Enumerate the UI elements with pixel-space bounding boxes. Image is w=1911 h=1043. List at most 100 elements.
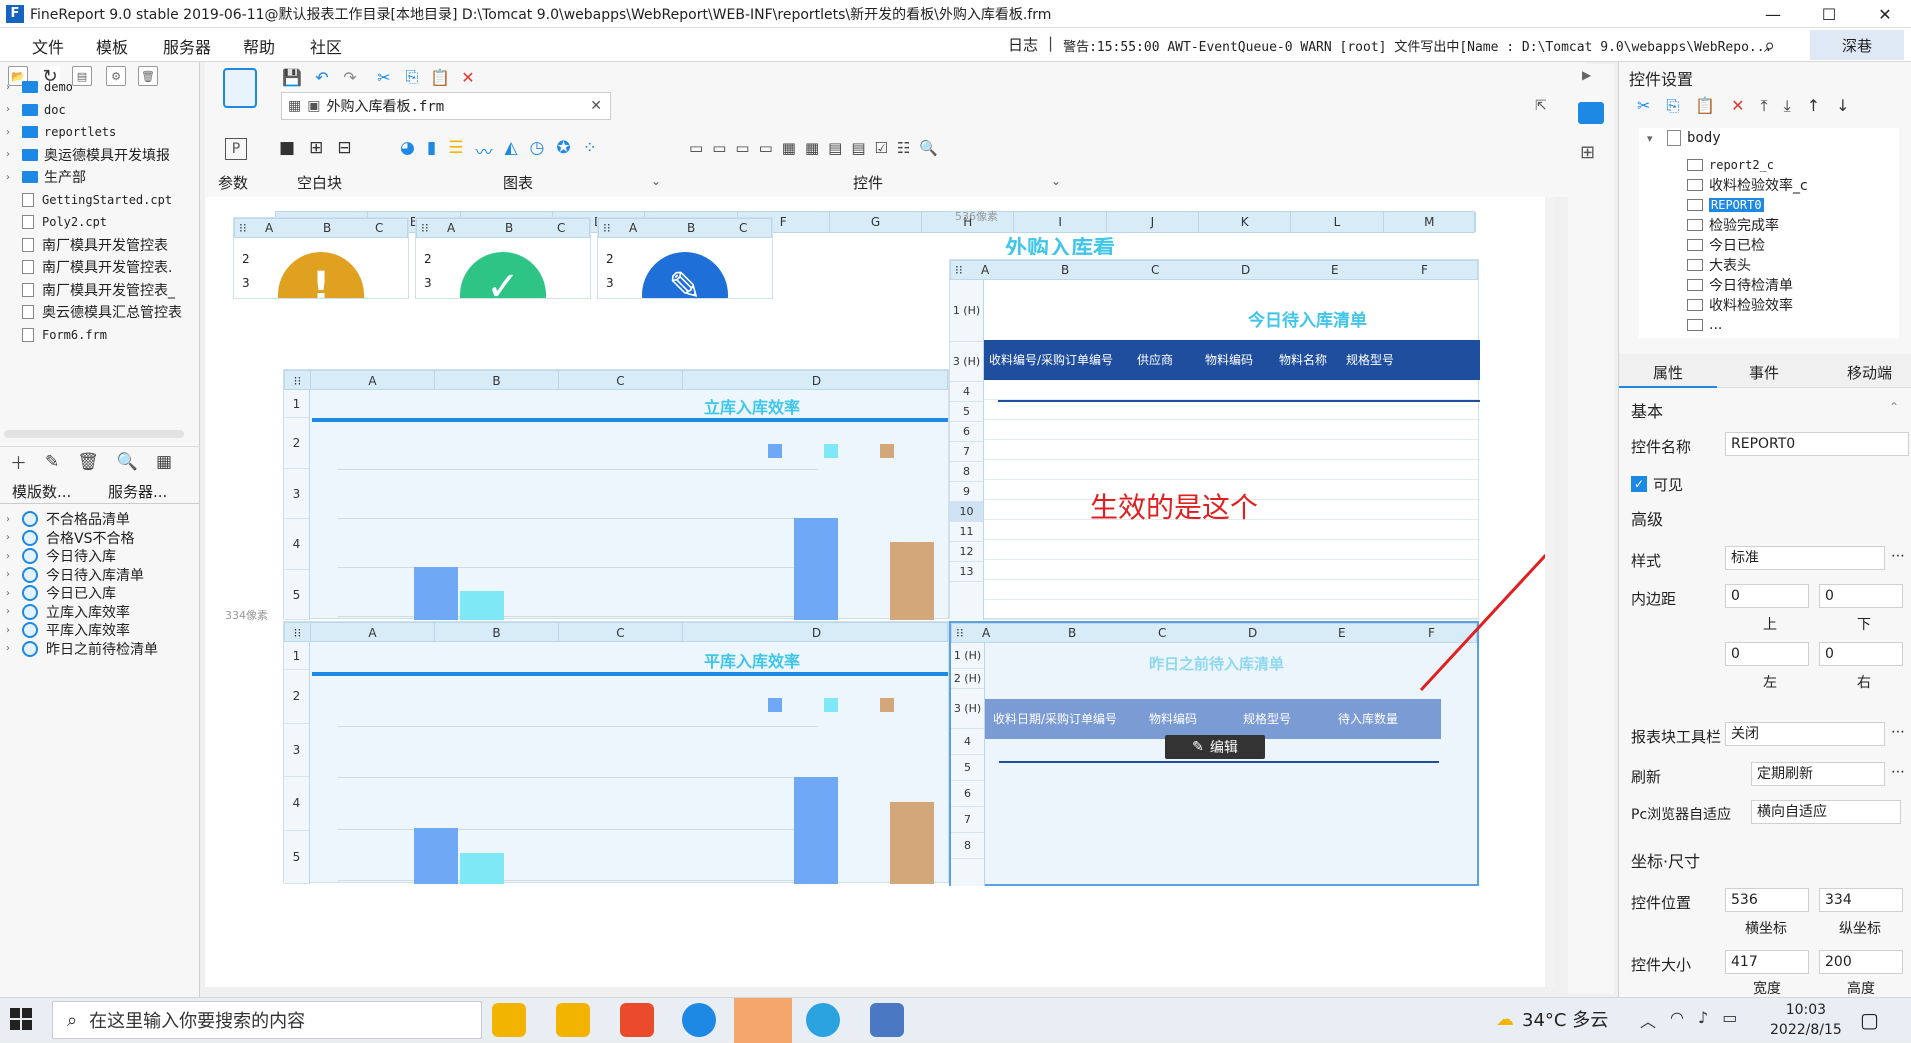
template-info-icon[interactable]: ▤ — [72, 66, 92, 86]
adapt-select[interactable]: 横向自适应 — [1751, 800, 1901, 824]
menu-help[interactable]: 帮助 — [243, 34, 275, 58]
settings-icon[interactable]: ⚙ — [106, 66, 126, 86]
panel-cut-icon[interactable]: ✂ — [1637, 96, 1650, 116]
line-chart-icon[interactable]: 〰 — [475, 138, 492, 163]
form-designer-icon[interactable] — [223, 68, 257, 108]
delete-icon[interactable]: 🗑 — [138, 66, 158, 86]
bar-chart-icon[interactable]: ▮ — [427, 138, 436, 163]
move-up-icon[interactable]: ↑ — [1807, 96, 1820, 116]
radio-widget-icon[interactable]: ☷ — [897, 139, 910, 157]
padding-bottom-input[interactable]: 0 — [1819, 584, 1903, 608]
tree-scrollbar[interactable] — [4, 430, 184, 438]
tree-collapse-icon[interactable]: ▾ — [1647, 132, 1653, 145]
size-width-input[interactable]: 417 — [1725, 950, 1809, 974]
canvas-vscroll[interactable] — [1545, 197, 1555, 987]
tab-layout-icon[interactable]: ⊟ — [337, 138, 351, 158]
kpi-block[interactable]: ⁝⁝ A B C 2 3 ✎ — [597, 217, 773, 299]
clock[interactable]: 10:03 2022/8/15 — [1770, 1000, 1842, 1040]
list-widget-icon[interactable]: ▤ — [851, 139, 865, 157]
chart-more-icon[interactable]: ⌄ — [651, 174, 661, 188]
combo-widget-icon[interactable]: ▭ — [759, 139, 773, 157]
minimize-button[interactable]: — — [1750, 0, 1796, 28]
add-dataset-icon[interactable]: ＋ — [10, 449, 27, 474]
component-item[interactable]: 今日待检清单 — [1687, 274, 1793, 296]
search-app-icon[interactable] — [806, 1003, 840, 1037]
component-item[interactable]: 收料检验效率 — [1687, 294, 1793, 316]
taskbar-search[interactable]: ⌕ 在这里输入你要搜索的内容 — [52, 1001, 482, 1039]
padding-right-input[interactable]: 0 — [1819, 642, 1903, 666]
chart-block-1[interactable]: ⁝⁝ A B C D 12345 立库入库效率 — [283, 369, 951, 620]
edit-button[interactable]: ✎ 编辑 — [1165, 735, 1265, 759]
tree-item[interactable]: 南厂模具开发管控表_ — [0, 279, 175, 301]
report-block-yesterday[interactable]: ⁝⁝ ABCDEF 1 (H) 2 (H) 3 (H) 4 5 6 7 8 昨日之前待入库清单… — [949, 621, 1479, 886]
dataset-expand-icon[interactable]: › — [6, 551, 16, 562]
padding-top-input[interactable]: 0 — [1725, 584, 1809, 608]
editor-tab[interactable]: ▦ ▣ 外购入库看板.frm ✕ — [281, 92, 611, 120]
tree-item[interactable]: Poly2.cpt — [0, 211, 107, 233]
move-top-icon[interactable]: ⤒ — [1761, 96, 1768, 116]
menu-server[interactable]: 服务器 — [163, 34, 211, 58]
edit-dataset-icon[interactable]: ✎ — [45, 452, 59, 472]
log-button[interactable]: 日志 — [1008, 34, 1038, 55]
hbar-chart-icon[interactable]: ☰ — [448, 138, 463, 163]
toolbar-select[interactable]: 关闭 — [1725, 722, 1885, 746]
copy-icon[interactable]: ⎘ — [401, 66, 423, 88]
maximize-button[interactable]: ☐ — [1806, 0, 1852, 28]
cut-icon[interactable]: ✂ — [373, 66, 395, 88]
tree-item[interactable]: › demo — [0, 76, 73, 98]
tree-item[interactable]: › 奥运德模具开发填报 — [0, 144, 170, 166]
dataset-item[interactable]: › 昨日之前待检清单 — [0, 638, 158, 660]
date-widget-icon[interactable]: ▦ — [782, 139, 796, 157]
undo-icon[interactable]: ↶ — [311, 66, 333, 88]
tree-item[interactable]: › 生产部 — [0, 166, 86, 188]
style-more-icon[interactable]: ⋯ — [1891, 548, 1905, 564]
panel-copy-icon[interactable]: ⎘ — [1666, 96, 1679, 116]
search-icon[interactable]: ⌕ — [1764, 33, 1775, 57]
gauge-chart-icon[interactable]: ◷ — [530, 138, 545, 163]
dataset-expand-icon[interactable]: › — [6, 532, 16, 543]
app-orange-icon[interactable] — [620, 1003, 654, 1037]
menu-file[interactable]: 文件 — [32, 34, 64, 58]
refresh-more-icon[interactable]: ⋯ — [1891, 764, 1905, 780]
save-icon[interactable]: 💾 — [281, 66, 303, 88]
widget-name-input[interactable]: REPORT0 — [1725, 432, 1909, 456]
button-widget-icon[interactable]: ▭ — [689, 139, 703, 157]
component-tree-icon[interactable]: ⊞ — [1580, 142, 1595, 163]
dataset-expand-icon[interactable]: › — [6, 643, 16, 654]
notification-icon[interactable]: ▢ — [1860, 1008, 1879, 1032]
battery-icon[interactable]: ▭ — [1722, 1008, 1737, 1032]
padding-left-input[interactable]: 0 — [1725, 642, 1809, 666]
expand-arrow-icon[interactable]: ▶ — [1582, 68, 1591, 82]
scatter-chart-icon[interactable]: ⁘ — [583, 138, 597, 163]
component-item[interactable]: report2_c — [1687, 154, 1774, 176]
menu-community[interactable]: 社区 — [310, 34, 342, 58]
panel-delete-icon[interactable]: ✕ — [1731, 96, 1744, 116]
tree-expand-icon[interactable]: › — [6, 172, 16, 183]
dataset-grid-icon[interactable]: ▦ — [156, 452, 172, 472]
split-layout-icon[interactable]: ⊞ — [309, 138, 323, 158]
delete-dataset-icon[interactable]: 🗑 — [77, 452, 99, 472]
volume-icon[interactable]: ♪ — [1698, 1008, 1708, 1032]
size-height-input[interactable]: 200 — [1819, 950, 1903, 974]
chart-block-2[interactable]: ⁝⁝ A B C D 12345 平库入库效率 — [283, 621, 951, 884]
task-view-icon[interactable] — [492, 1003, 526, 1037]
preview-dataset-icon[interactable]: 🔍 — [117, 452, 138, 472]
text-widget-icon[interactable]: ▭ — [735, 139, 749, 157]
position-y-input[interactable]: 334 — [1819, 888, 1903, 912]
number-widget-icon[interactable]: ▤ — [828, 139, 842, 157]
component-item[interactable]: 大表头 — [1687, 254, 1751, 276]
wifi-icon[interactable]: ◠ — [1670, 1008, 1684, 1032]
component-item[interactable]: 收料检验效率_c — [1687, 174, 1808, 196]
close-button[interactable]: ✕ — [1862, 0, 1908, 28]
tree-item[interactable]: 奥云德模具汇总管控表 — [0, 301, 182, 323]
user-button[interactable]: 深巷 — [1810, 30, 1904, 60]
label-widget-icon[interactable]: ▭ — [712, 139, 726, 157]
tab-mobile[interactable]: 移动端 — [1847, 362, 1892, 383]
position-x-input[interactable]: 536 — [1725, 888, 1809, 912]
tree-item[interactable]: GettingStarted.cpt — [0, 189, 172, 211]
tree-item[interactable]: 南厂模具开发管控表 — [0, 234, 168, 256]
widget-settings-icon[interactable] — [1578, 102, 1604, 124]
menu-template[interactable]: 模板 — [96, 34, 128, 58]
parameter-pane-icon[interactable]: P — [225, 138, 247, 160]
tray-chevron-icon[interactable]: ︿ — [1640, 1008, 1656, 1032]
